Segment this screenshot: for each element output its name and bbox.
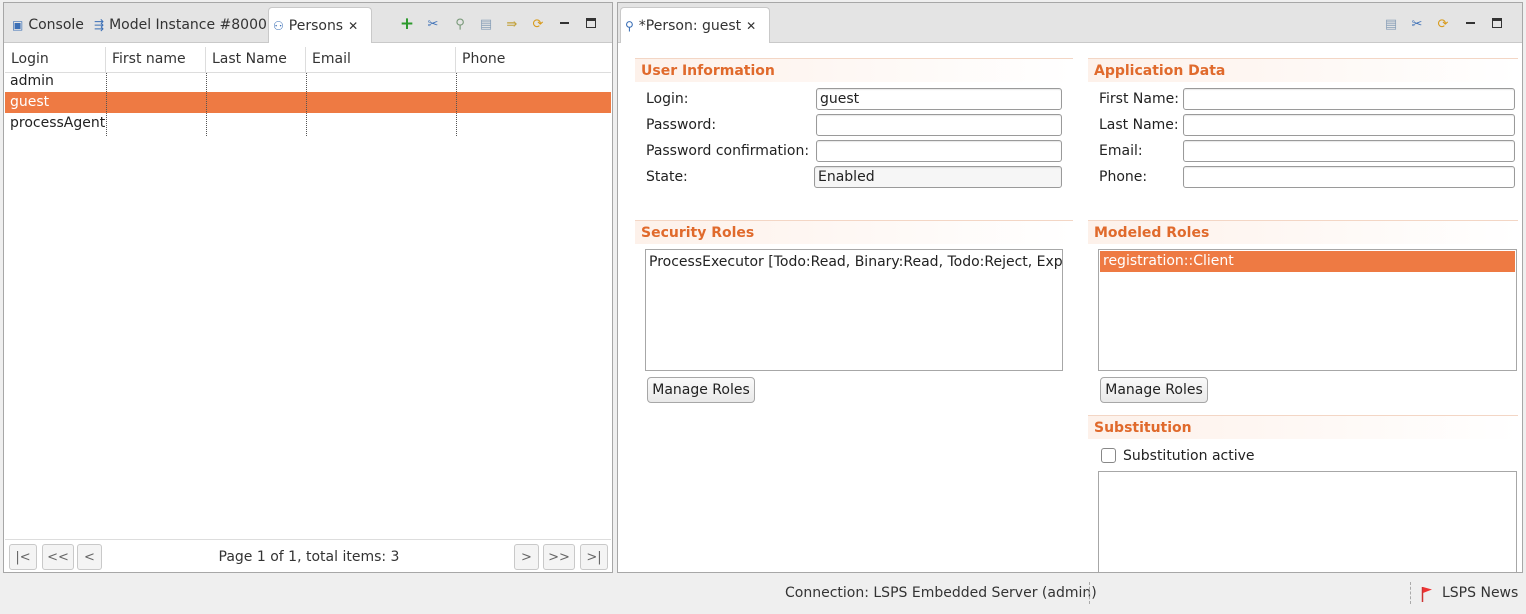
tab-label: *Person: guest bbox=[638, 17, 742, 34]
maximize-icon[interactable] bbox=[1489, 15, 1505, 31]
persons-view: ▣ Console ⇶ Model Instance #8000 ⚇ Perso… bbox=[3, 2, 613, 573]
flag-icon bbox=[1421, 586, 1433, 602]
password-confirmation-field[interactable] bbox=[816, 140, 1062, 162]
editor-tab-bar: ⚲ *Person: guest ✕ ▤ ✂ ⟳ bbox=[618, 3, 1522, 43]
minimize-icon[interactable] bbox=[1463, 15, 1479, 31]
remove-icon[interactable]: ✂ bbox=[1408, 15, 1426, 33]
maximize-icon[interactable] bbox=[583, 15, 599, 31]
email-field[interactable] bbox=[1183, 140, 1515, 162]
substitution-active-label: Substitution active bbox=[1123, 448, 1255, 464]
column-login[interactable]: Login bbox=[5, 47, 106, 72]
column-first-name[interactable]: First name bbox=[106, 47, 206, 72]
tab-persons[interactable]: ⚇ Persons ✕ bbox=[268, 7, 372, 43]
column-divider bbox=[306, 73, 307, 136]
list-item[interactable]: ProcessExecutor [Todo:Read, Binary:Read,… bbox=[646, 250, 1062, 274]
table-header: Login First name Last Name Email Phone bbox=[5, 47, 611, 73]
table-row-selected[interactable]: guest bbox=[5, 92, 611, 113]
tab-label: Persons bbox=[288, 17, 344, 34]
cell-login: processAgent bbox=[10, 115, 106, 131]
column-email[interactable]: Email bbox=[306, 47, 456, 72]
model-instance-icon: ⇶ bbox=[94, 18, 105, 32]
minimize-icon[interactable] bbox=[557, 15, 573, 31]
first-name-field[interactable] bbox=[1183, 88, 1515, 110]
left-tab-bar: ▣ Console ⇶ Model Instance #8000 ⚇ Perso… bbox=[4, 3, 612, 43]
user-information-title: User Information bbox=[635, 58, 1073, 82]
column-last-name[interactable]: Last Name bbox=[206, 47, 306, 72]
table-bottom-border bbox=[5, 539, 611, 540]
manage-security-roles-button[interactable]: Manage Roles bbox=[647, 377, 755, 403]
add-icon[interactable]: + bbox=[398, 14, 416, 34]
first-name-label: First Name: bbox=[1099, 91, 1179, 107]
status-divider bbox=[1410, 582, 1411, 604]
password-label: Password: bbox=[646, 117, 717, 133]
modeled-roles-list[interactable]: registration::Client bbox=[1098, 249, 1517, 371]
tab-label: Model Instance #8000 bbox=[109, 17, 267, 33]
email-label: Email: bbox=[1099, 143, 1143, 159]
save-icon[interactable]: ▤ bbox=[477, 15, 495, 33]
save-icon[interactable]: ▤ bbox=[1382, 15, 1400, 33]
page-info: Page 1 of 1, total items: 3 bbox=[218, 549, 400, 565]
cell-login: guest bbox=[10, 94, 50, 110]
substitution-list[interactable] bbox=[1098, 471, 1517, 572]
column-divider bbox=[106, 73, 107, 136]
list-item-selected[interactable]: registration::Client bbox=[1100, 251, 1515, 272]
first-page-button[interactable]: |< bbox=[9, 544, 37, 570]
remove-icon[interactable]: ✂ bbox=[424, 15, 442, 33]
tab-model-instance[interactable]: ⇶ Model Instance #8000 bbox=[90, 7, 271, 43]
table-row[interactable]: admin bbox=[5, 71, 611, 92]
column-divider bbox=[456, 73, 457, 136]
connection-status: Connection: LSPS Embedded Server (admin) bbox=[785, 585, 1097, 601]
security-roles-list[interactable]: ProcessExecutor [Todo:Read, Binary:Read,… bbox=[645, 249, 1063, 371]
substitution-title: Substitution bbox=[1088, 415, 1518, 439]
last-name-field[interactable] bbox=[1183, 114, 1515, 136]
edit-icon[interactable]: ⚲ bbox=[451, 15, 469, 33]
password-confirmation-label: Password confirmation: bbox=[646, 143, 810, 159]
cell-login: admin bbox=[10, 73, 54, 89]
security-roles-title: Security Roles bbox=[635, 220, 1073, 244]
next-many-button[interactable]: >> bbox=[543, 544, 575, 570]
prev-page-button[interactable]: < bbox=[77, 544, 102, 570]
close-icon[interactable]: ✕ bbox=[746, 19, 756, 33]
tab-label: Console bbox=[28, 17, 84, 33]
password-field[interactable] bbox=[816, 114, 1062, 136]
status-divider bbox=[1089, 582, 1090, 604]
modeled-roles-title: Modeled Roles bbox=[1088, 220, 1518, 244]
console-icon: ▣ bbox=[12, 18, 24, 32]
table-row[interactable]: processAgent bbox=[5, 113, 611, 134]
last-name-label: Last Name: bbox=[1099, 117, 1179, 133]
tab-person-guest[interactable]: ⚲ *Person: guest ✕ bbox=[620, 7, 770, 43]
next-page-button[interactable]: > bbox=[514, 544, 539, 570]
column-divider bbox=[206, 73, 207, 136]
application-data-title: Application Data bbox=[1088, 58, 1518, 82]
manage-modeled-roles-button[interactable]: Manage Roles bbox=[1100, 377, 1208, 403]
lsps-news-link[interactable]: LSPS News bbox=[1442, 578, 1518, 608]
substitution-active-checkbox[interactable] bbox=[1101, 448, 1116, 463]
login-label: Login: bbox=[646, 91, 689, 107]
tab-console[interactable]: ▣ Console bbox=[8, 7, 88, 43]
last-page-button[interactable]: >| bbox=[580, 544, 608, 570]
refresh-icon[interactable]: ⟳ bbox=[529, 15, 547, 33]
person-editor: ⚲ *Person: guest ✕ ▤ ✂ ⟳ User Informatio… bbox=[617, 2, 1523, 573]
export-icon[interactable]: ⇛ bbox=[503, 15, 521, 33]
login-field[interactable]: guest bbox=[816, 88, 1062, 110]
state-select[interactable]: Enabled bbox=[814, 166, 1062, 188]
phone-label: Phone: bbox=[1099, 169, 1148, 185]
refresh-icon[interactable]: ⟳ bbox=[1434, 15, 1452, 33]
column-phone[interactable]: Phone bbox=[456, 47, 611, 72]
state-label: State: bbox=[646, 169, 688, 185]
person-icon: ⚲ bbox=[625, 18, 634, 33]
prev-many-button[interactable]: << bbox=[42, 544, 74, 570]
phone-field[interactable] bbox=[1183, 166, 1515, 188]
persons-icon: ⚇ bbox=[273, 18, 284, 33]
close-icon[interactable]: ✕ bbox=[348, 19, 358, 33]
